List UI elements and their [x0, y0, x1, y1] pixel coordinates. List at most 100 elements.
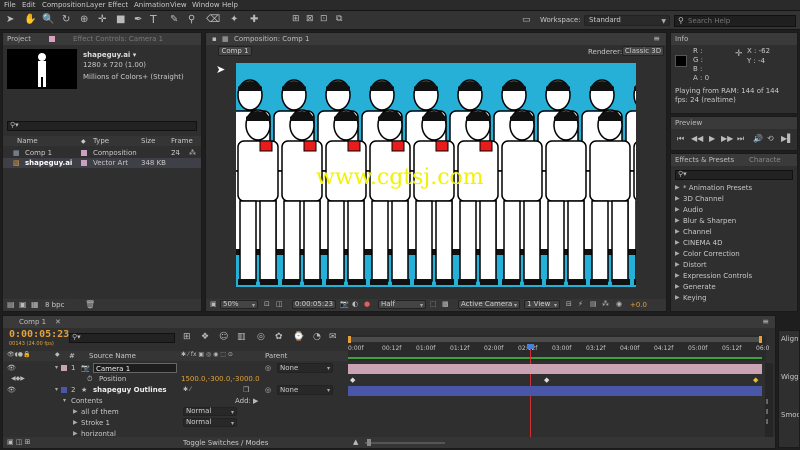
reset-exposure-icon[interactable]: ◉: [616, 300, 622, 308]
auto-keyframe-icon[interactable]: ⌚: [293, 332, 304, 342]
toggle-panes-icon[interactable]: ▣ ◫ ⊞: [7, 438, 31, 446]
snap-icon[interactable]: ⧉: [336, 14, 342, 24]
loop-icon[interactable]: ⟲: [767, 134, 774, 143]
fast-previews-icon[interactable]: ⚡: [578, 300, 583, 308]
viewer-timecode-button[interactable]: 0:00:05:23: [292, 300, 336, 309]
tab-preview[interactable]: Preview: [675, 119, 702, 127]
tab-project[interactable]: Project: [7, 35, 31, 43]
new-folder-icon[interactable]: ▣: [19, 300, 27, 309]
exposure-value[interactable]: +0.0: [630, 301, 647, 309]
comment-icon[interactable]: ✉: [329, 332, 337, 342]
tab-info[interactable]: Info: [675, 35, 688, 43]
time-zoom-slider[interactable]: [365, 442, 445, 444]
tab-smoother[interactable]: Smoo: [781, 411, 799, 419]
first-frame-icon[interactable]: ⏮: [677, 134, 684, 144]
layer-name-box[interactable]: Camera 1: [93, 363, 177, 373]
effect-category-item[interactable]: ▶ * Animation Presets: [671, 183, 797, 193]
close-icon[interactable]: ✕: [55, 316, 61, 328]
hand-tool-icon[interactable]: ✋: [24, 14, 36, 25]
view-layout-select[interactable]: 1 View ▾: [524, 300, 560, 309]
blend-mode-select[interactable]: Normal ▾: [183, 407, 237, 416]
trash-icon[interactable]: 🗑: [85, 300, 95, 309]
tab-align[interactable]: Align: [781, 335, 799, 343]
panel-menu-icon[interactable]: ≡: [653, 33, 660, 45]
channel-icon[interactable]: ●: [364, 300, 370, 308]
keyframe-diamond-icon[interactable]: ◆: [753, 376, 758, 384]
work-area-start-marker[interactable]: [348, 336, 351, 343]
stopwatch-icon[interactable]: ⏱: [87, 374, 92, 384]
parent-pickwhip-icon[interactable]: ◎: [265, 385, 271, 395]
expand-triangle-icon[interactable]: ▾: [63, 396, 66, 406]
column-type[interactable]: Type: [93, 137, 109, 145]
menu-composition[interactable]: Composition: [42, 1, 86, 9]
effect-category-item[interactable]: ▶ Generate: [671, 282, 797, 292]
video-visibility-icon[interactable]: 👁: [7, 363, 16, 373]
shape-layer-bar[interactable]: [348, 386, 762, 396]
add-menu-icon[interactable]: ▶: [253, 396, 258, 406]
motion-blur-icon[interactable]: ◎: [257, 332, 265, 342]
parent-pickwhip-icon[interactable]: ◎: [265, 363, 271, 373]
camera-layer-bar[interactable]: [348, 364, 762, 374]
safe-margins-icon[interactable]: ⊡: [264, 300, 270, 308]
column-size[interactable]: Size: [141, 137, 155, 145]
zoom-out-icon[interactable]: ▲: [353, 438, 358, 446]
composition-panel-title[interactable]: Composition: Comp 1: [234, 33, 309, 45]
rotate-tool-icon[interactable]: ↻: [62, 14, 70, 25]
pen-tool-icon[interactable]: ✒: [134, 14, 142, 25]
timeline-timecode[interactable]: 0:00:05:23: [9, 329, 69, 340]
graph-editor-icon[interactable]: ◔: [313, 332, 321, 342]
resolution-select[interactable]: Half ▾: [378, 300, 426, 309]
tab-wiggler[interactable]: Wiggl: [781, 373, 799, 381]
work-area-bar[interactable]: [348, 337, 762, 342]
expand-triangle-icon[interactable]: ▶: [675, 194, 680, 204]
audio-icon[interactable]: 🔊: [753, 134, 763, 143]
ram-preview-icon[interactable]: ▶▌: [781, 134, 793, 143]
timeline-search-box[interactable]: ⚲▾: [69, 333, 175, 343]
expand-triangle-icon[interactable]: ▾: [55, 385, 58, 395]
flowchart-icon[interactable]: ⁂: [189, 148, 196, 158]
menu-layer[interactable]: Layer: [86, 1, 106, 9]
expand-triangle-icon[interactable]: ▶: [675, 238, 680, 248]
rectangle-tool-icon[interactable]: ■: [116, 14, 125, 25]
column-source-name[interactable]: Source Name: [89, 352, 136, 360]
workspace-toggle-icon[interactable]: ▭: [522, 15, 531, 25]
expand-triangle-icon[interactable]: ▾: [55, 363, 58, 373]
effect-category-item[interactable]: ▶ Expression Controls: [671, 271, 797, 281]
comp-mini-flowchart-icon[interactable]: ⊞: [183, 332, 191, 342]
renderer-select[interactable]: Classic 3D: [622, 46, 664, 56]
property-row[interactable]: ▾ Contents Add: ▶: [3, 396, 775, 406]
effect-category-item[interactable]: ▶ Keying: [671, 293, 797, 303]
keyframe-diamond-icon[interactable]: ◆: [544, 376, 549, 384]
axis-world-icon[interactable]: ⊠: [306, 14, 314, 24]
timeline-icon[interactable]: ▤: [590, 300, 597, 308]
tab-character[interactable]: Characte: [749, 154, 781, 166]
selection-tool-icon[interactable]: ➤: [6, 14, 14, 25]
type-tool-icon[interactable]: T: [150, 13, 157, 26]
lock-icon[interactable]: ▪: [212, 33, 217, 45]
column-name[interactable]: Name: [17, 137, 38, 145]
menu-effect[interactable]: Effect: [108, 1, 128, 9]
time-ruler[interactable]: 0:00f00:12f01:00f01:12f02:00f02:12f03:00…: [348, 335, 769, 361]
region-of-interest-icon[interactable]: ⬚: [430, 300, 437, 308]
clone-tool-icon[interactable]: ⚲: [188, 14, 195, 25]
effect-category-item[interactable]: ▶ Channel: [671, 227, 797, 237]
effect-category-item[interactable]: ▶ CINEMA 4D: [671, 238, 797, 248]
time-zoom-thumb[interactable]: [367, 439, 371, 446]
timeline-vertical-scrollbar[interactable]: I I I: [765, 363, 773, 437]
play-icon[interactable]: ▶: [709, 134, 715, 143]
keyframe-diamond-icon[interactable]: ◆: [350, 376, 355, 384]
frame-blending-icon[interactable]: ▥: [237, 332, 246, 342]
search-help-input[interactable]: [688, 16, 793, 26]
brush-tool-icon[interactable]: ✎: [170, 14, 178, 25]
blend-mode-select[interactable]: Normal ▾: [183, 418, 237, 427]
menu-edit[interactable]: Edit: [22, 1, 36, 9]
toggle-switches-modes[interactable]: Toggle Switches / Modes: [183, 439, 268, 447]
parent-select[interactable]: None ▾: [277, 363, 333, 373]
layer-switch-icons[interactable]: ✱ ⁄: [183, 385, 191, 395]
expand-triangle-icon[interactable]: ▶: [675, 260, 680, 270]
last-frame-icon[interactable]: ⏭: [737, 134, 744, 144]
expand-triangle-icon[interactable]: ▶: [675, 271, 680, 281]
toggle-pixel-aspect-icon[interactable]: ⊟: [566, 300, 572, 308]
workspace-select[interactable]: Standard ▼: [584, 15, 670, 26]
effect-category-item[interactable]: ▶ Blur & Sharpen: [671, 216, 797, 226]
